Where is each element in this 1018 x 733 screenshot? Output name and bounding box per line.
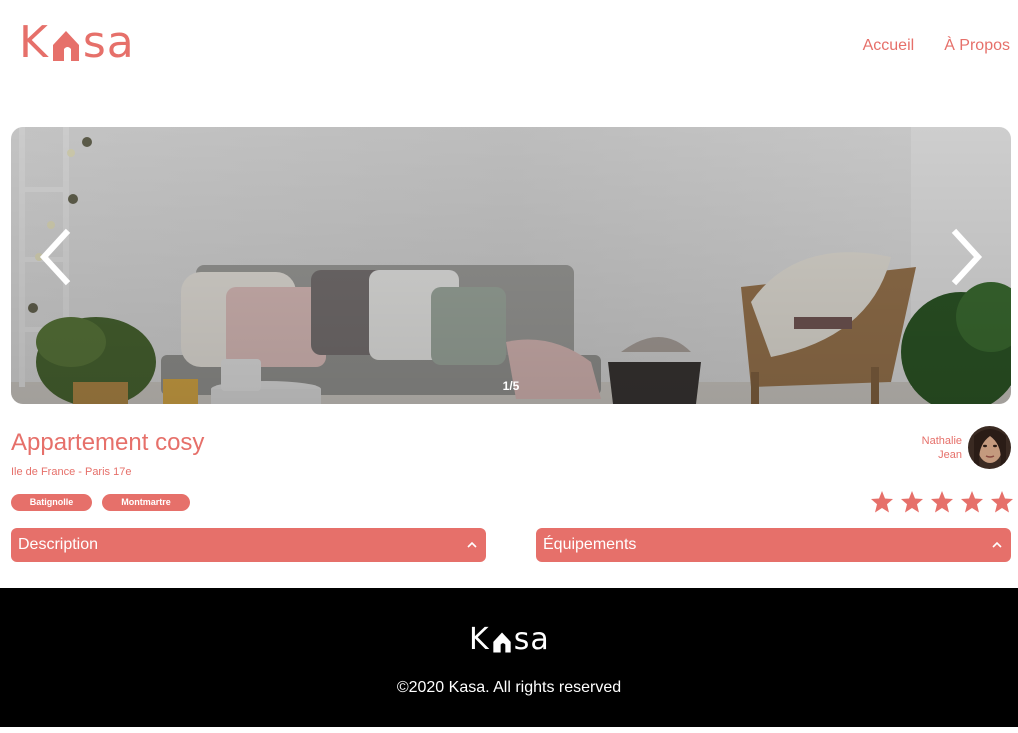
collapse-label-description: Description xyxy=(18,536,99,553)
chevron-up-icon[interactable] xyxy=(466,539,478,551)
nav-link-a-propos[interactable]: À Propos xyxy=(944,37,1010,55)
host-first-name: Nathalie xyxy=(921,434,962,447)
logo-letters-sa: sa xyxy=(82,17,135,68)
tag-batignolle: Batignolle xyxy=(11,494,92,511)
star-icon xyxy=(871,491,893,513)
footer-logo: K sa xyxy=(469,625,550,655)
footer: K sa ©2020 Kasa. All rights reserved xyxy=(0,588,1018,727)
star-icon xyxy=(991,491,1013,513)
rating-stars xyxy=(870,490,1014,514)
gallery-counter: 1/5 xyxy=(502,379,520,393)
nav-link-accueil[interactable]: Accueil xyxy=(863,37,915,55)
chevron-left-icon[interactable] xyxy=(36,227,76,287)
listing-location: Ile de France - Paris 17e xyxy=(11,466,132,478)
host-info: Nathalie Jean xyxy=(922,426,1011,469)
footer-logo-letter-k: K xyxy=(469,622,490,657)
collapse-label-equipements: Équipements xyxy=(543,536,637,553)
star-icon xyxy=(961,491,983,513)
description-collapse[interactable]: Description xyxy=(11,528,486,562)
house-icon xyxy=(493,632,511,652)
main-nav: Accueil À Propos xyxy=(863,37,1010,55)
apartment-photo xyxy=(11,127,1011,404)
header: K sa Accueil À Propos xyxy=(0,0,1018,100)
equipements-collapse[interactable]: Équipements xyxy=(536,528,1011,562)
copyright-text: ©2020 Kasa. All rights reserved xyxy=(396,679,622,696)
photo-gallery: 1/5 xyxy=(11,127,1011,404)
footer-logo-letters-sa: sa xyxy=(513,622,550,657)
chevron-up-icon[interactable] xyxy=(991,539,1003,551)
listing-title: Appartement cosy xyxy=(11,429,205,456)
host-last-name: Jean xyxy=(938,448,962,461)
kasa-logo[interactable]: K sa xyxy=(19,17,135,68)
avatar xyxy=(968,426,1011,469)
tag-list: Batignolle Montmartre xyxy=(11,494,190,511)
chevron-right-icon[interactable] xyxy=(946,227,986,287)
star-icon xyxy=(931,491,953,513)
star-icon xyxy=(901,491,923,513)
host-name: Nathalie Jean xyxy=(922,434,962,462)
house-icon xyxy=(52,31,79,61)
logo-letter-k: K xyxy=(19,17,49,68)
tag-montmartre: Montmartre xyxy=(102,494,190,511)
